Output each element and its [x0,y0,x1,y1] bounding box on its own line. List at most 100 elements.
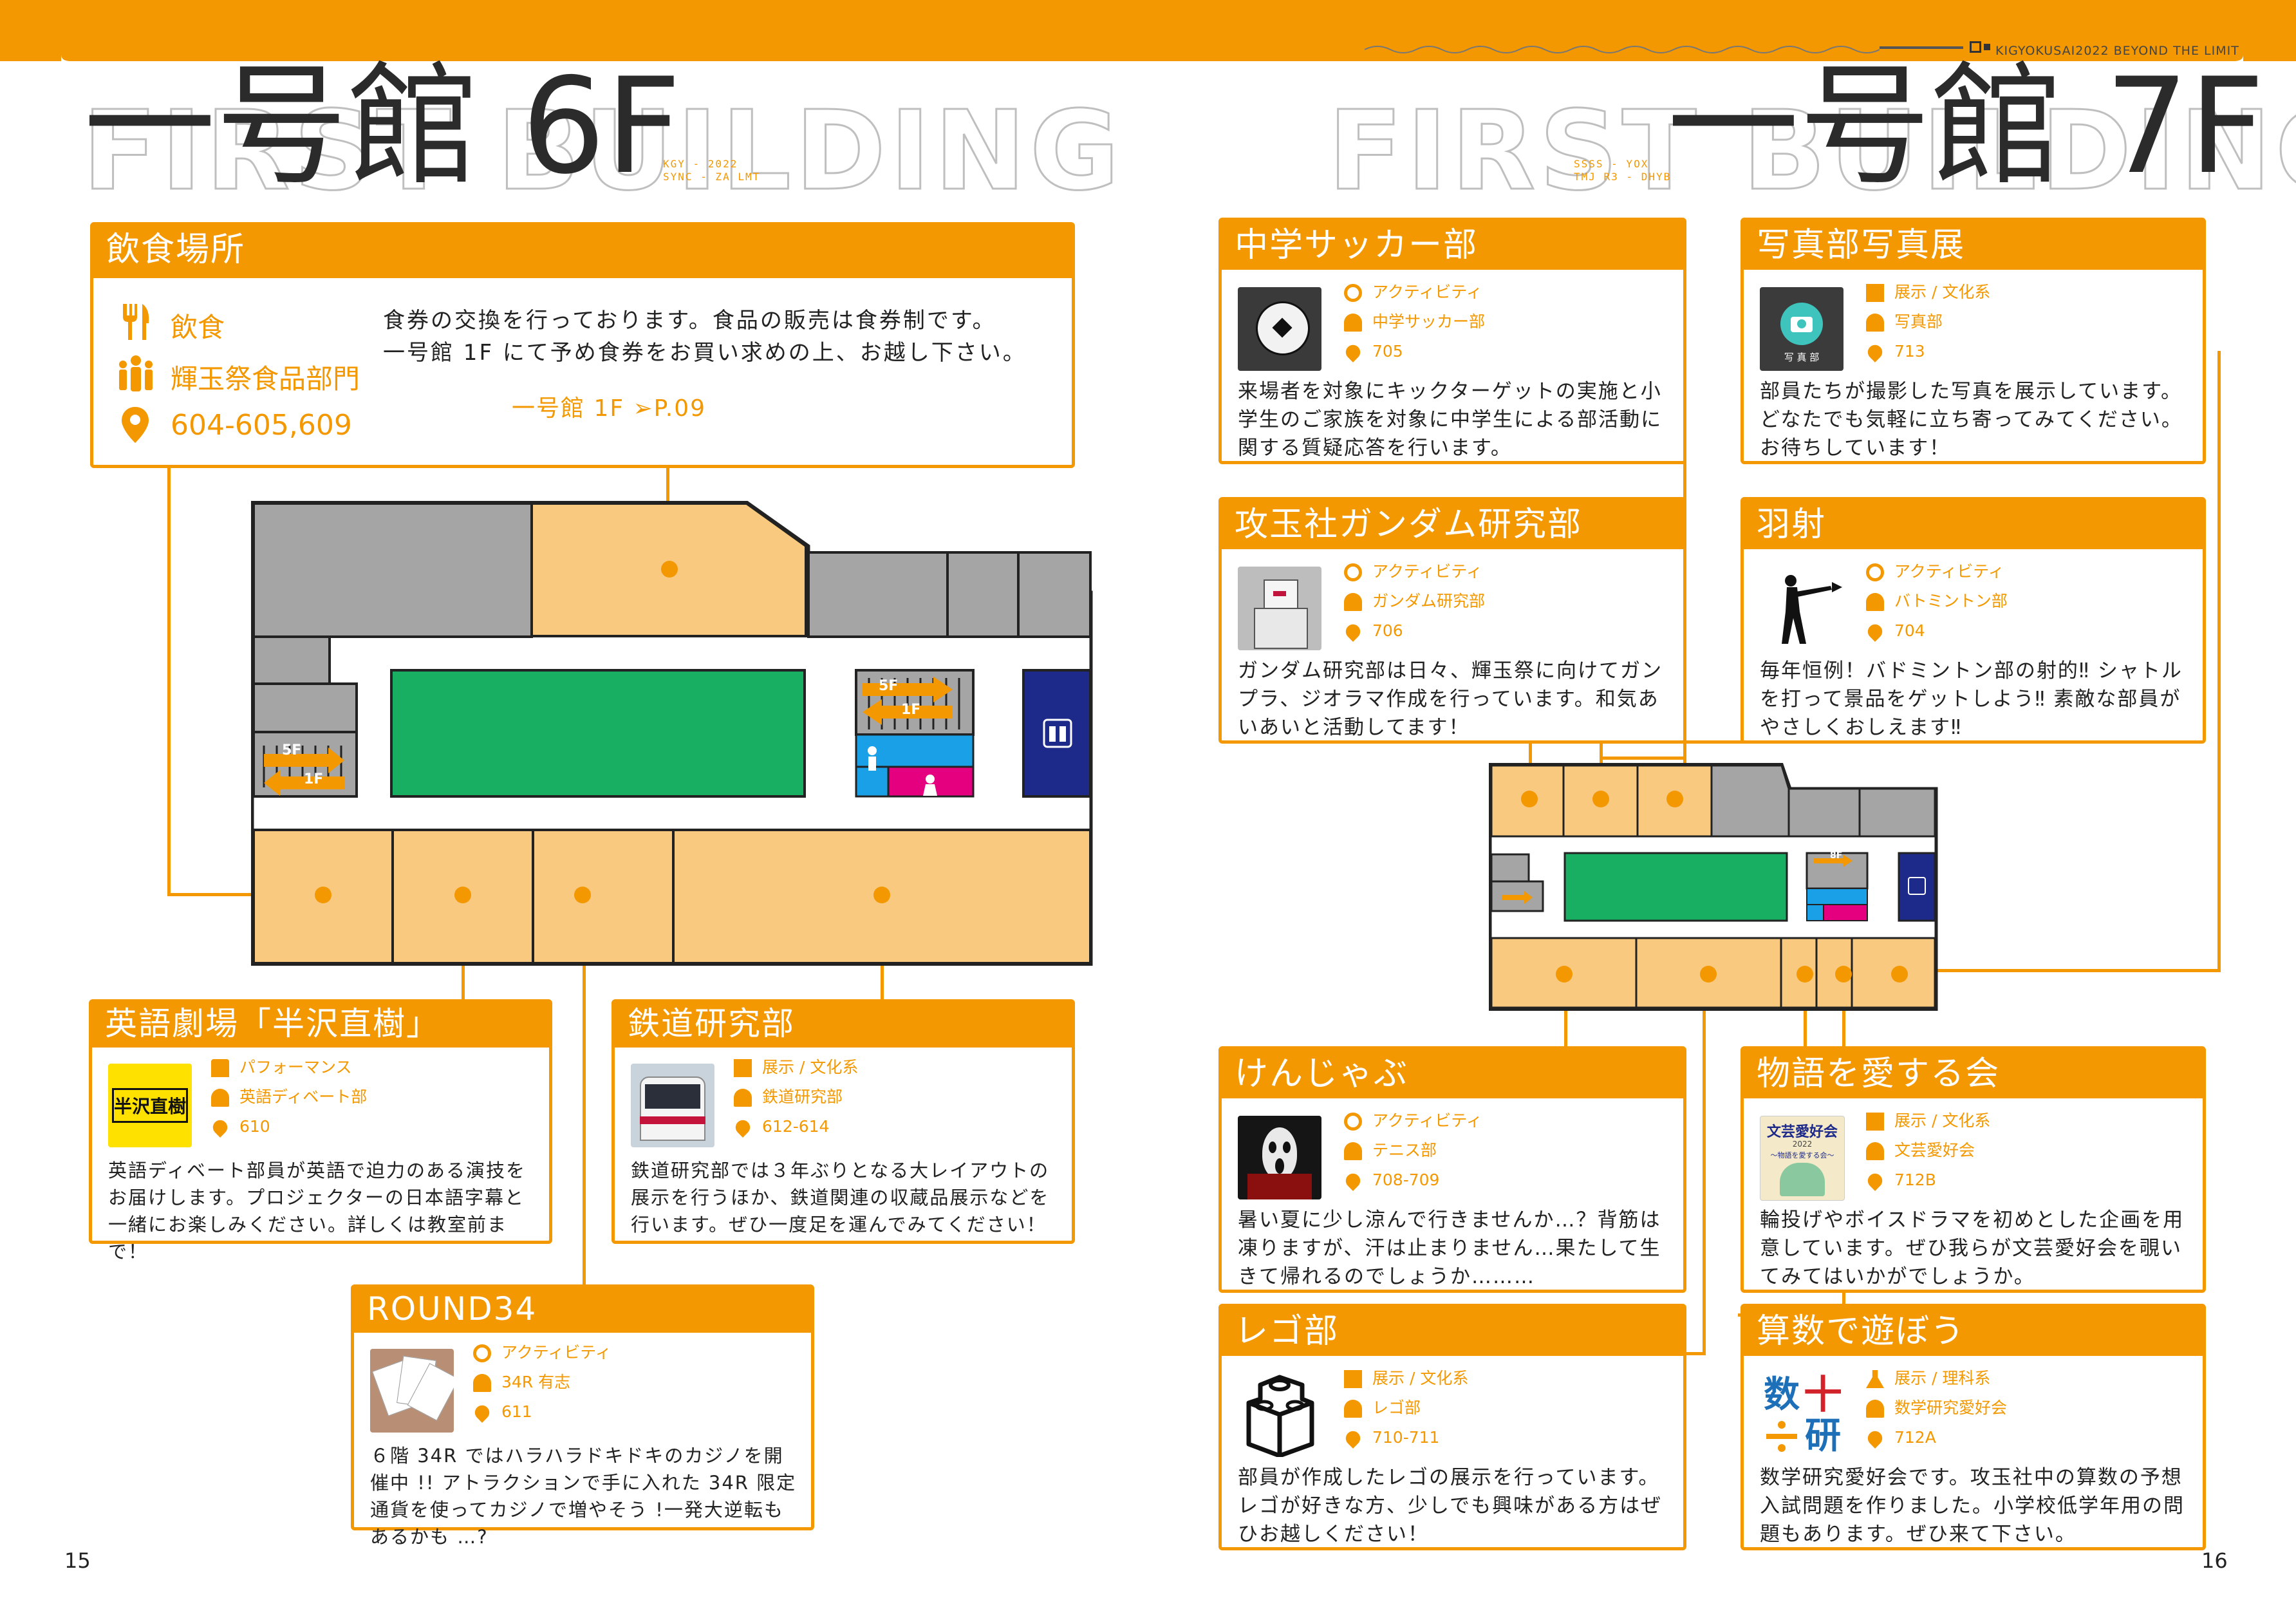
thumbnail-image: 半沢直樹 [108,1064,192,1147]
category-label: 展示 / 文化系 [1372,1369,1469,1387]
connector-photo-1 [2217,351,2221,972]
meta-org: 数学研究愛好会 [1866,1393,2007,1423]
train-window [645,1084,700,1109]
left-code-1: KGY - 2022 [663,158,738,170]
page-number-left: 15 [64,1548,91,1573]
thumbnail-subtitle: 〜物語を愛する会〜 [1770,1151,1834,1160]
right-code-2: TMJ R3 - DHYB [1574,171,1672,183]
room-label: 705 [1372,342,1403,361]
room-label: 712A [1894,1428,1936,1447]
thumbnail-text: 文芸愛好会 [1766,1124,1838,1140]
people-icon [1344,1400,1362,1418]
meta-room: 610 [210,1112,270,1142]
red-cloak [1247,1174,1312,1199]
category-label: 展示 / 文化系 [1894,1111,1991,1130]
map-pin-icon [1865,1170,1885,1191]
cards-photo [370,1349,454,1433]
target-icon [1344,563,1362,581]
org-label: 写真部 [1894,312,1943,331]
divide-icon [1765,1418,1798,1454]
card-title: けんじゃぶ [1222,1049,1683,1098]
people-icon [1866,593,1884,611]
people-icon [473,1374,491,1392]
mask-eye [1283,1142,1291,1153]
museum-icon [1344,1370,1362,1388]
people-icon [211,1089,229,1107]
meta-category: 展示 / 理科系 [1866,1364,1990,1393]
connector-soccer-2 [1600,757,1686,760]
org-label: ガンダム研究部 [1372,592,1486,610]
card-description: 部員たちが撮影した写真を展示しています。どなたでも気軽に立ち寄ってみてください。… [1760,380,2183,460]
card-description: 数学研究愛好会です。攻玉社中の算数の予想入試問題を作りました。小学校低学年用の問… [1760,1466,2185,1546]
meta-category: アクティビティ [473,1338,611,1368]
food-desc-2: 一号館 1F にて予め食券をお買い求めの上、お越し下さい。 [383,340,1027,366]
food-rooms: 604-605,609 [171,409,352,442]
deco-square-small [1984,44,1990,50]
card-description: 輪投げやボイスドラマを初めとした企画を用意しています。ぜひ我らが文芸愛好会を覗い… [1760,1208,2185,1288]
performance-icon [211,1059,229,1077]
room-label: 708-709 [1372,1170,1440,1189]
left-code-2: SYNC - ZA LMT [663,171,761,183]
card-description: 来場者を対象にキックターゲットの実施と小学生のご家族を対象に中学生による部活動に… [1238,380,1663,460]
logo-char-3: 研 [1805,1415,1841,1457]
meta-org: バトミントン部 [1866,587,2008,616]
meta-category: アクティビティ [1344,1106,1482,1136]
archer-silhouette-icon [1782,575,1842,644]
logo-char-1: 数 [1764,1374,1800,1416]
train-photo [631,1064,714,1147]
gundam-accent [1273,591,1286,596]
card-photo: 写真部写真展 写 真 部 展示 / 文化系 写真部 713 部員たちが撮影した写… [1741,218,2206,464]
thumbnail-year: 2022 [1792,1140,1813,1149]
people-icon [1866,1142,1884,1160]
food-card: 飲食場所 飲食 輝玉祭食品部門 604-605,609 食券の交換を行っておりま… [90,222,1075,468]
category-label: アクティビティ [1372,283,1482,301]
card-title: 英語劇場「半沢直樹」 [92,1002,549,1048]
card-description: ６階 34R ではハラハラドキドキのカジノを開催中 !! アトラクションで手に入… [370,1445,797,1548]
meta-category: 展示 / 文化系 [1866,277,1990,307]
food-category: 飲食 [171,312,225,343]
map-pin-icon [733,1117,753,1138]
floor-map-7f: 8F [1488,762,1939,1011]
card-description: 英語ディベート部員が英語で迫力のある演技をお届けします。プロジェクターの日本語字… [108,1160,526,1263]
meta-org: テニス部 [1344,1136,1437,1165]
mask-mouth [1275,1158,1284,1174]
map-pin-icon [1343,342,1363,362]
camera-lens [1797,319,1806,328]
meta-room: 708-709 [1343,1165,1440,1195]
food-ref-link[interactable]: 一号館 1F ➢P.09 [512,390,706,423]
card-title: 鉄道研究部 [615,1002,1072,1048]
card-soccer: 中学サッカー部 アクティビティ 中学サッカー部 705 来場者を対象にキックター… [1218,218,1686,464]
right-floor-title: 一号館 7F [1667,50,2265,203]
map-pin-icon [122,407,149,443]
org-label: バトミントン部 [1894,592,2008,610]
floor-map-7f-svg [1488,762,1938,1011]
target-icon [1344,284,1362,302]
museum-icon [1866,284,1884,302]
map-pin-icon [1865,342,1885,362]
thumbnail-text: 半沢直樹 [112,1088,188,1123]
card-title: 写真部写真展 [1744,221,2203,270]
meta-category: 展示 / 文化系 [1344,1364,1468,1393]
meta-org: ガンダム研究部 [1344,587,1485,616]
org-label: 鉄道研究部 [762,1087,843,1106]
org-label: 中学サッカー部 [1372,312,1486,331]
card-railway: 鉄道研究部 展示 / 文化系 鉄道研究部 612-614 鉄道研究部では３年ぶり… [611,999,1075,1244]
food-card-title: 飲食場所 [93,225,1072,278]
category-label: アクティビティ [1372,1111,1482,1130]
stair-label-up: 5F [282,742,302,758]
room-label: 611 [501,1402,532,1421]
thumbnail-illustration [1780,1163,1825,1196]
flask-icon [1866,1370,1884,1388]
room-label: 712B [1894,1170,1936,1189]
room-label: 710-711 [1372,1428,1440,1447]
museum-icon [1866,1113,1884,1131]
gundam-body [1254,608,1308,649]
lego-brick-icon [1246,1375,1314,1457]
category-label: 展示 / 文化系 [762,1058,859,1076]
meta-org: 文芸愛好会 [1866,1136,1975,1165]
room-label: 610 [239,1117,270,1136]
meta-category: アクティビティ [1866,557,2004,587]
card-lego: レゴ部 展示 / 文化系 レゴ部 710-711 部員が作成したレゴの展示を行っ… [1218,1304,1686,1550]
meta-category: パフォーマンス [211,1053,352,1082]
meta-category: アクティビティ [1344,557,1482,587]
